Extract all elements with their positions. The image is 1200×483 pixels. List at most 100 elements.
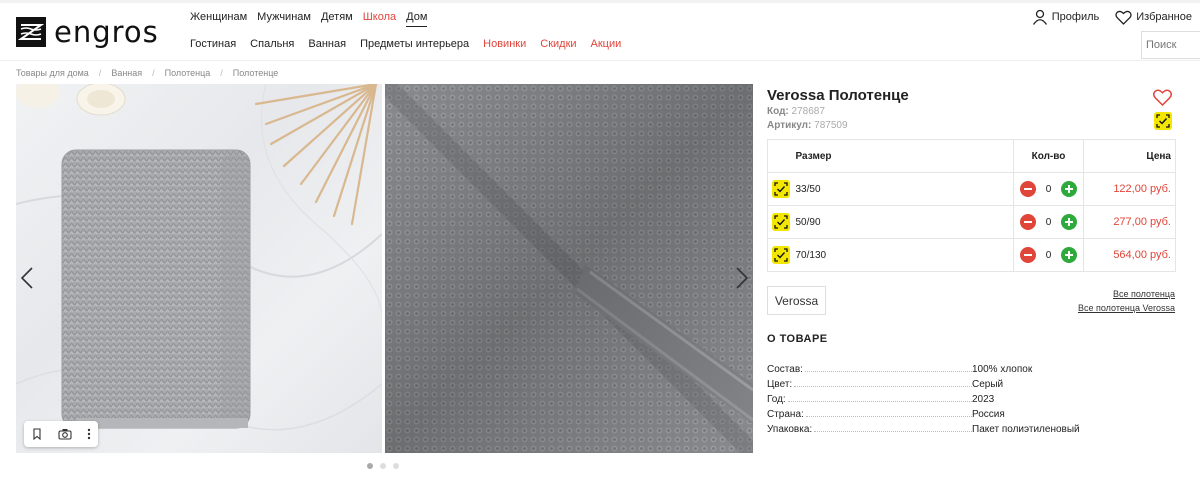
- more-vertical-icon[interactable]: [87, 428, 91, 440]
- size-badge-cell: [767, 205, 794, 239]
- favorite-heart-icon[interactable]: [1153, 89, 1172, 106]
- all-towels-link[interactable]: Все полотенца: [1078, 287, 1175, 301]
- photo-toolbar: [24, 421, 98, 447]
- qty-cell: 0: [1013, 205, 1084, 239]
- size-badge-icon[interactable]: [771, 212, 790, 231]
- property-key: Страна:: [767, 409, 804, 420]
- property-row: Страна: Россия: [767, 405, 1167, 420]
- bookmark-icon[interactable]: [31, 428, 43, 440]
- size-column-header: Размер: [793, 139, 1014, 173]
- property-key: Упаковка:: [767, 424, 813, 435]
- qty-cell: 0: [1013, 238, 1084, 272]
- size-table-header: Размер Кол-во Цена: [767, 139, 1176, 173]
- property-value: Серый: [972, 379, 1004, 390]
- nav-item-interior[interactable]: Предметы интерьера: [360, 38, 469, 50]
- breadcrumb-item-current: Полотенце: [232, 68, 279, 78]
- profile-link[interactable]: Профиль: [1032, 9, 1100, 25]
- price-value: 564,00 руб.: [1083, 238, 1176, 272]
- related-links: Все полотенца Все полотенца Verossa: [1078, 287, 1175, 315]
- property-row: Цвет: Серый: [767, 375, 1167, 390]
- nav-item-women[interactable]: Женщинам: [190, 11, 247, 27]
- table-row: 33/50 0 122,00 руб.: [767, 172, 1176, 206]
- price-value: 277,00 руб.: [1083, 205, 1176, 239]
- gallery-dot[interactable]: [367, 463, 373, 469]
- nav-item-promo[interactable]: Акции: [591, 38, 622, 50]
- size-table-header-icon-cell: [767, 139, 794, 173]
- logo[interactable]: engros: [16, 17, 159, 47]
- header-actions: Профиль Избранное: [1032, 9, 1192, 25]
- size-value: 33/50: [793, 172, 1014, 206]
- nav-item-bedroom[interactable]: Спальня: [250, 38, 294, 50]
- property-value: Пакет полиэтиленовый: [972, 424, 1080, 435]
- properties-list: Состав: 100% хлопок Цвет: Серый Год: 202…: [767, 360, 1167, 435]
- property-leader: [805, 416, 972, 417]
- top-line: [0, 0, 1200, 3]
- product-title: Verossa Полотенце: [767, 87, 909, 104]
- camera-icon[interactable]: [58, 428, 72, 440]
- primary-nav: Женщинам Мужчинам Детям Школа Дом: [190, 11, 428, 27]
- breadcrumb: Товары для дома / Ванная / Полотенца / П…: [16, 68, 278, 78]
- logo-mark-icon: [16, 17, 46, 47]
- minus-icon[interactable]: [1019, 247, 1036, 263]
- property-row: Упаковка: Пакет полиэтиленовый: [767, 420, 1167, 435]
- nav-item-new[interactable]: Новинки: [483, 38, 526, 50]
- about-title: О ТОВАРЕ: [767, 333, 828, 345]
- header-divider: [0, 60, 1200, 61]
- size-badge-icon[interactable]: [771, 245, 790, 264]
- size-value: 50/90: [793, 205, 1014, 239]
- qty-value: 0: [1045, 216, 1052, 228]
- plus-icon[interactable]: [1061, 181, 1078, 197]
- property-value: Россия: [972, 409, 1005, 420]
- nav-item-home[interactable]: Дом: [406, 11, 428, 27]
- nav-item-kids[interactable]: Детям: [321, 11, 353, 27]
- favorites-link[interactable]: Избранное: [1115, 10, 1192, 25]
- property-key: Цвет:: [767, 379, 793, 390]
- plus-icon[interactable]: [1061, 214, 1078, 230]
- brand-button[interactable]: Verossa: [767, 286, 826, 315]
- property-row: Состав: 100% хлопок: [767, 360, 1167, 375]
- breadcrumb-separator: /: [220, 68, 223, 78]
- gallery-prev-arrow-icon[interactable]: [20, 266, 34, 290]
- plus-icon[interactable]: [1061, 247, 1078, 263]
- secondary-nav: Гостиная Спальня Ванная Предметы интерье…: [190, 38, 621, 50]
- size-table: Размер Кол-во Цена 33/50 0 122,00 руб. 5…: [767, 139, 1176, 272]
- property-leader: [814, 431, 972, 432]
- property-key: Год:: [767, 394, 786, 405]
- table-row: 70/130 0 564,00 руб.: [767, 238, 1176, 272]
- price-column-header: Цена: [1083, 139, 1176, 173]
- property-leader: [794, 386, 972, 387]
- product-photo-2[interactable]: [385, 84, 753, 453]
- product-code-label: Код:: [767, 106, 789, 117]
- product-photo-1[interactable]: [16, 84, 382, 453]
- breadcrumb-item[interactable]: Ванная: [111, 68, 142, 78]
- property-key: Состав:: [767, 364, 803, 375]
- nav-item-bathroom[interactable]: Ванная: [308, 38, 346, 50]
- nav-item-men[interactable]: Мужчинам: [257, 11, 311, 27]
- search-input[interactable]: [1141, 31, 1200, 59]
- qty-column-header: Кол-во: [1013, 139, 1084, 173]
- minus-icon[interactable]: [1019, 181, 1036, 197]
- property-leader: [787, 401, 972, 402]
- breadcrumb-item[interactable]: Товары для дома: [16, 68, 89, 78]
- breadcrumb-item[interactable]: Полотенца: [165, 68, 211, 78]
- product-badge-icon[interactable]: [1154, 112, 1172, 130]
- price-value: 122,00 руб.: [1083, 172, 1176, 206]
- nav-item-sale[interactable]: Скидки: [540, 38, 576, 50]
- nav-item-school[interactable]: Школа: [363, 11, 396, 27]
- size-badge-icon[interactable]: [771, 179, 790, 198]
- favorites-label: Избранное: [1136, 11, 1192, 23]
- all-brand-towels-link[interactable]: Все полотенца Verossa: [1078, 301, 1175, 315]
- qty-cell: 0: [1013, 172, 1084, 206]
- size-value: 70/130: [793, 238, 1014, 272]
- profile-label: Профиль: [1051, 11, 1100, 23]
- qty-value: 0: [1045, 249, 1052, 261]
- gallery-dot[interactable]: [393, 463, 399, 469]
- heart-icon: [1115, 10, 1132, 25]
- minus-icon[interactable]: [1019, 214, 1036, 230]
- gallery-next-arrow-icon[interactable]: [735, 266, 749, 290]
- gallery-dot[interactable]: [380, 463, 386, 469]
- table-row: 50/90 0 277,00 руб.: [767, 205, 1176, 239]
- product-article: Артикул: 787509: [767, 120, 848, 131]
- nav-item-living-room[interactable]: Гостиная: [190, 38, 236, 50]
- breadcrumb-separator: /: [98, 68, 102, 78]
